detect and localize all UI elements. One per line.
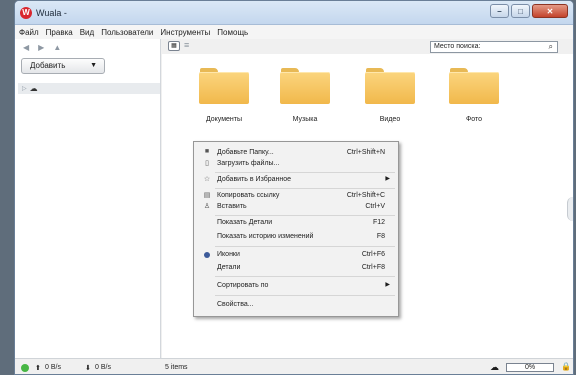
menu-help[interactable]: Помощь bbox=[217, 28, 248, 37]
file-icon: ▯ bbox=[205, 160, 209, 167]
folder-icon bbox=[365, 68, 415, 104]
upload-arrow-icon: ⬆ bbox=[35, 365, 41, 372]
copy-icon: ▤ bbox=[203, 192, 211, 199]
menu-add-folder-shortcut: Ctrl+Shift+N bbox=[346, 149, 385, 156]
folder-small-icon: ■ bbox=[204, 148, 210, 155]
sidebar: ◀ ▶ ▲ Добавить ▼ ▷ ☁ bbox=[15, 39, 161, 358]
menu-paste[interactable]: ♙ Вставить Ctrl+V bbox=[194, 202, 398, 213]
menu-copy-link[interactable]: ▤ Копировать ссылку Ctrl+Shift+C bbox=[194, 191, 398, 202]
paste-icon: ♙ bbox=[203, 203, 211, 210]
menu-copy-link-label: Копировать ссылку bbox=[217, 192, 280, 199]
back-arrow-icon[interactable]: ◀ bbox=[23, 43, 29, 52]
submenu-arrow-icon: ▶ bbox=[385, 282, 390, 288]
close-icon: ✕ bbox=[546, 6, 554, 16]
menu-details-label: Показать Детали bbox=[217, 219, 273, 226]
menu-sort-by[interactable]: Сортировать по ▶ bbox=[194, 281, 398, 292]
tree-item-cloud[interactable]: ▷ ☁ bbox=[18, 83, 160, 94]
folder-label: Музыка bbox=[292, 116, 318, 123]
folder-label: Видео bbox=[379, 116, 401, 123]
forward-arrow-icon[interactable]: ▶ bbox=[38, 43, 44, 52]
menu-view-icons[interactable]: Иконки Ctrl+F6 bbox=[194, 250, 398, 261]
menu-paste-label: Вставить bbox=[217, 203, 247, 210]
folder-label: Фото bbox=[465, 116, 483, 123]
upload-rate: 0 B/s bbox=[45, 364, 61, 371]
search-icon[interactable]: ⌕ bbox=[549, 42, 553, 52]
close-button[interactable]: ✕ bbox=[532, 4, 568, 18]
menu-details-shortcut: F12 bbox=[372, 219, 385, 226]
expand-chevron-icon[interactable]: ▷ bbox=[22, 85, 27, 92]
search-placeholder: Место поиска: bbox=[434, 43, 481, 50]
status-bar: ⬆ 0 B/s ⬇ 0 B/s 5 items ☁ 0% 🔒 bbox=[15, 358, 573, 374]
progress-text: 0% bbox=[524, 364, 536, 371]
add-button[interactable]: Добавить ▼ bbox=[21, 58, 105, 74]
folder-video[interactable]: Видео bbox=[365, 68, 415, 123]
menu-view-details[interactable]: Детали Ctrl+F8 bbox=[194, 263, 398, 274]
menu-sort-label: Сортировать по bbox=[217, 282, 269, 289]
maximize-button[interactable]: □ bbox=[511, 4, 530, 18]
download-rate: 0 B/s bbox=[95, 364, 111, 371]
menu-history-shortcut: F8 bbox=[376, 233, 385, 240]
menu-history-label: Показать историю изменений bbox=[217, 233, 314, 240]
menu-show-details[interactable]: Показать Детали F12 bbox=[194, 218, 398, 229]
folder-label: Документы bbox=[205, 116, 243, 123]
menu-paste-shortcut: Ctrl+V bbox=[365, 203, 385, 210]
menu-add-favorites[interactable]: ☆ Добавить в Избранное ▶ bbox=[194, 175, 398, 186]
folder-documents[interactable]: Документы bbox=[199, 68, 249, 123]
menu-copy-link-shortcut: Ctrl+Shift+C bbox=[346, 192, 385, 199]
folder-music[interactable]: Музыка bbox=[280, 68, 330, 123]
wuala-logo-icon: W bbox=[20, 7, 32, 19]
folder-icon bbox=[199, 68, 249, 104]
download-arrow-icon: ⬇ bbox=[85, 365, 91, 372]
menu-properties-label: Свойства... bbox=[217, 301, 254, 308]
menu-users[interactable]: Пользователи bbox=[101, 28, 153, 37]
radio-selected-icon bbox=[204, 252, 210, 258]
menu-bar: Файл Правка Вид Пользователи Инструменты… bbox=[15, 25, 573, 39]
context-menu: ■ Добавьте Папку... Ctrl+Shift+N ▯ Загру… bbox=[193, 141, 399, 317]
menu-add-folder-label: Добавьте Папку... bbox=[217, 149, 274, 156]
panel-collapse-handle[interactable] bbox=[567, 197, 573, 221]
icon-view-button[interactable]: ▦ bbox=[168, 41, 180, 51]
menu-details-view-label: Детали bbox=[217, 264, 241, 271]
item-count: 5 items bbox=[165, 364, 188, 371]
menu-view[interactable]: Вид bbox=[80, 28, 94, 37]
title-bar[interactable]: W Wuala - – □ ✕ bbox=[15, 1, 573, 25]
search-input[interactable]: Место поиска: ⌕ bbox=[430, 41, 558, 53]
menu-icons-shortcut: Ctrl+F6 bbox=[361, 251, 385, 258]
menu-icons-label: Иконки bbox=[217, 251, 240, 258]
minimize-button[interactable]: – bbox=[490, 4, 509, 18]
menu-favorites-label: Добавить в Избранное bbox=[217, 176, 292, 183]
up-arrow-icon[interactable]: ▲ bbox=[53, 43, 61, 52]
status-ok-icon bbox=[21, 364, 29, 372]
minimize-icon: – bbox=[497, 6, 502, 16]
window-title: Wuala - bbox=[36, 8, 67, 18]
lock-icon[interactable]: 🔒 bbox=[561, 362, 571, 371]
folder-icon bbox=[449, 68, 499, 104]
toolbar: ▦ ≡ Место поиска: ⌕ bbox=[162, 39, 573, 54]
list-view-button[interactable]: ≡ bbox=[184, 40, 189, 50]
chevron-down-icon: ▼ bbox=[90, 62, 97, 69]
add-button-label: Добавить bbox=[30, 61, 66, 70]
menu-file[interactable]: Файл bbox=[19, 28, 39, 37]
star-icon: ☆ bbox=[203, 176, 211, 183]
menu-add-folder[interactable]: ■ Добавьте Папку... Ctrl+Shift+N bbox=[194, 148, 398, 159]
menu-show-history[interactable]: Показать историю изменений F8 bbox=[194, 232, 398, 243]
menu-upload-label: Загрузить файлы... bbox=[217, 160, 280, 167]
maximize-icon: □ bbox=[518, 6, 523, 16]
cloud-icon: ☁ bbox=[29, 84, 38, 93]
menu-tools[interactable]: Инструменты bbox=[160, 28, 210, 37]
menu-edit[interactable]: Правка bbox=[46, 28, 73, 37]
folder-photo[interactable]: Фото bbox=[449, 68, 499, 123]
menu-upload-files[interactable]: ▯ Загрузить файлы... bbox=[194, 159, 398, 170]
folder-icon bbox=[280, 68, 330, 104]
menu-details-view-shortcut: Ctrl+F8 bbox=[361, 264, 385, 271]
cloud-status-icon[interactable]: ☁ bbox=[490, 362, 499, 373]
storage-progress: 0% bbox=[506, 363, 554, 372]
menu-properties[interactable]: Свойства... bbox=[194, 300, 398, 311]
submenu-arrow-icon: ▶ bbox=[385, 176, 390, 182]
